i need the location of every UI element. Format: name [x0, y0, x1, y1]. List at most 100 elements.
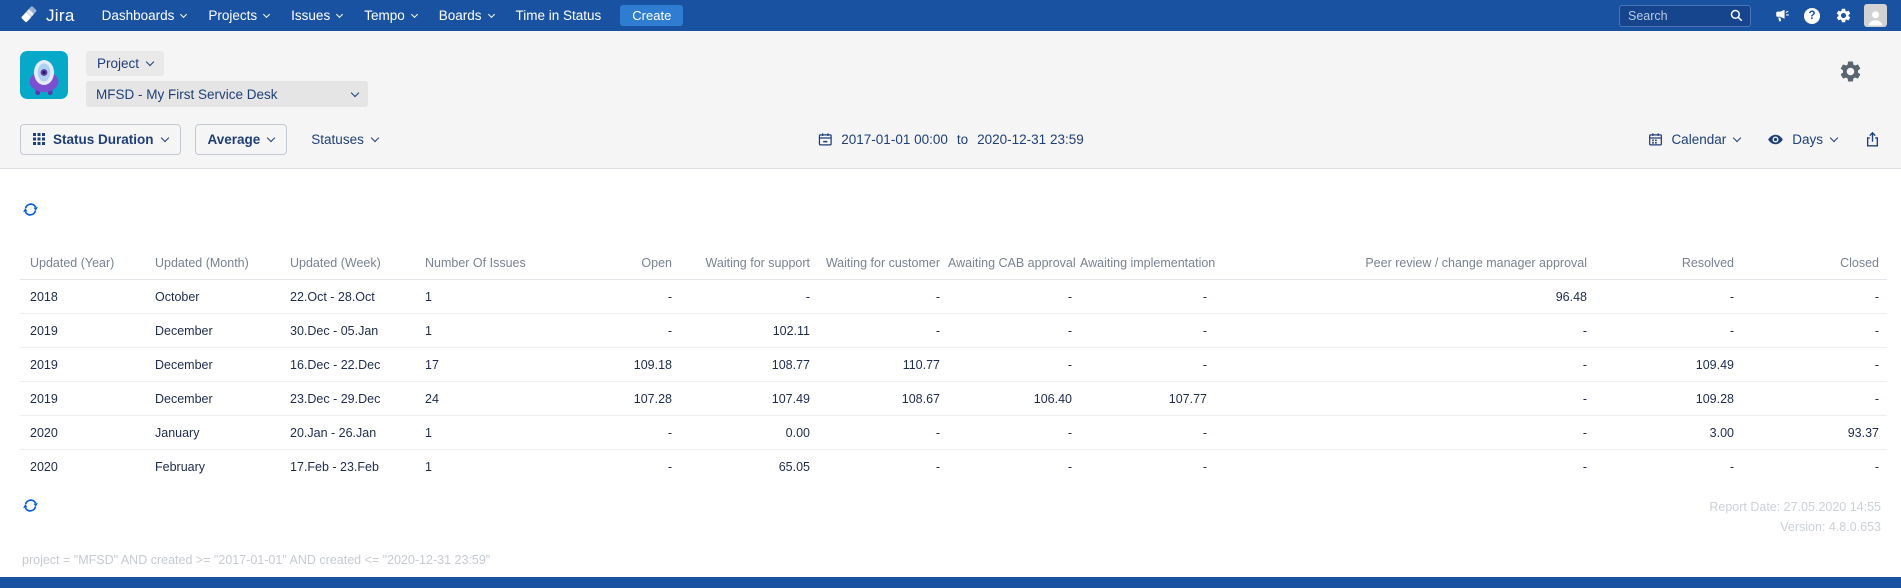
nav-item-tempo[interactable]: Tempo	[353, 0, 428, 31]
chevron-down-icon	[1829, 133, 1839, 142]
table-header-row: Updated (Year) Updated (Month) Updated (We…	[20, 247, 1887, 280]
chevron-down-icon	[180, 10, 188, 18]
table-cell: -	[1215, 381, 1595, 416]
statuses-dropdown[interactable]: Statuses	[301, 132, 388, 147]
table-cell: 106.40	[948, 381, 1080, 416]
column-header: Waiting for customer	[818, 247, 948, 280]
unit-dropdown[interactable]: Days	[1767, 131, 1839, 148]
aggregation-button[interactable]: Average	[194, 123, 288, 155]
table-cell: -	[1595, 313, 1742, 348]
nav-item-projects[interactable]: Projects	[197, 0, 280, 31]
nav-item-label: Issues	[291, 8, 331, 23]
search-box[interactable]	[1619, 4, 1751, 27]
chevron-down-icon	[487, 10, 495, 18]
chevron-down-icon	[350, 88, 360, 97]
nav-item-time-in-status[interactable]: Time in Status	[505, 0, 613, 31]
date-from: 2017-01-01 00:00	[841, 131, 948, 147]
announcement-icon[interactable]	[1767, 2, 1795, 30]
user-avatar[interactable]	[1864, 4, 1887, 27]
table-cell: -	[555, 279, 680, 314]
aggregation-label: Average	[207, 131, 261, 147]
refresh-button-top[interactable]	[22, 201, 39, 218]
column-header: Open	[555, 247, 680, 280]
table-cell: -	[1742, 313, 1887, 348]
nav-item-label: Time in Status	[515, 8, 602, 23]
table-cell: October	[155, 279, 290, 314]
table-cell: -	[1742, 279, 1887, 314]
table-cell: -	[948, 347, 1080, 382]
jira-mark-icon	[20, 5, 40, 26]
nav-item-issues[interactable]: Issues	[280, 0, 353, 31]
column-header: Updated (Year)	[20, 247, 155, 280]
refresh-button-bottom[interactable]	[22, 497, 39, 514]
report-toolbar: Status Duration Average Statuses 2017-01…	[20, 123, 1881, 155]
table-cell: 107.49	[680, 381, 818, 416]
refresh-icon	[23, 499, 38, 512]
export-icon	[1866, 131, 1879, 146]
report-settings-gear-icon[interactable]	[1838, 59, 1863, 89]
table-cell: 22.Oct - 28.Oct	[290, 279, 425, 314]
date-range-picker[interactable]: 2017-01-01 00:00 to 2020-12-31 23:59	[817, 131, 1084, 147]
settings-icon[interactable]	[1829, 2, 1857, 30]
chevron-down-icon	[370, 133, 380, 142]
table-cell: -	[1742, 381, 1887, 416]
table-cell: 2019	[20, 313, 155, 348]
table-cell: -	[1729, 459, 1734, 474]
table-row: 2018 October 22.Oct - 28.Oct 1- - - - -96.48- -	[20, 279, 1887, 314]
table-row: 2020 February 17.Feb - 23.Feb 1 - 65.05 - - - - - -	[20, 450, 1887, 484]
column-header: Updated (Week)	[290, 247, 425, 280]
export-button[interactable]	[1864, 131, 1881, 148]
table-cell: 2019	[20, 347, 155, 382]
table-cell: -	[555, 415, 680, 450]
table-cell: 2019	[20, 381, 155, 416]
jql-query: project = "MFSD" AND created >= "2017-01…	[22, 553, 491, 567]
jira-logo[interactable]: Jira	[20, 6, 75, 26]
view-mode-label: Calendar	[1671, 131, 1727, 147]
nav-item-dashboards[interactable]: Dashboards	[91, 0, 198, 31]
table-cell: -	[948, 313, 1080, 348]
table-cell: 2020	[30, 459, 58, 474]
table-cell: -	[948, 415, 1080, 450]
view-mode-dropdown[interactable]: Calendar	[1648, 131, 1742, 147]
table-cell: 2020	[20, 415, 155, 450]
table-cell: December	[155, 313, 290, 348]
table-cell: -	[1742, 347, 1887, 382]
project-select[interactable]: MFSD - My First Service Desk	[86, 81, 368, 107]
chevron-down-icon	[410, 10, 418, 18]
table-cell: 102.11	[680, 313, 818, 348]
table-cell: 1	[425, 313, 555, 348]
scope-selector[interactable]: Project	[86, 51, 165, 76]
table-cell: -	[818, 279, 948, 314]
chevron-down-icon	[336, 10, 344, 18]
project-controls: Project MFSD - My First Service Desk	[86, 51, 368, 107]
table-cell: 16.Dec - 22.Dec	[290, 347, 425, 382]
table-cell: -	[1067, 459, 1072, 474]
table-cell: -	[935, 459, 940, 474]
project-select-value: MFSD - My First Service Desk	[96, 86, 278, 102]
table-cell: -	[1215, 313, 1595, 348]
table-head: Updated (Year) Updated (Month) Updated (We…	[20, 247, 1887, 280]
search-input[interactable]	[1628, 8, 1729, 23]
table-cell: 110.77	[818, 347, 948, 382]
report-type-button[interactable]: Status Duration	[20, 123, 181, 155]
table-cell: 107.28	[555, 381, 680, 416]
table-cell: 93.37	[1742, 415, 1887, 450]
table-cell: 30.Dec - 05.Jan	[290, 313, 425, 348]
help-icon[interactable]: ?	[1798, 2, 1826, 30]
table-cell: December	[155, 347, 290, 382]
column-header: Number Of Issues	[425, 247, 555, 280]
table-row: 2019 December 16.Dec - 22.Dec 17 109.18 108.7…	[20, 347, 1887, 382]
table-cell: -	[818, 415, 948, 450]
table-row: 2019 December 30.Dec - 05.Jan 1-102.11- - - - -…	[20, 313, 1887, 348]
nav-item-boards[interactable]: Boards	[428, 0, 505, 31]
chevron-down-icon	[1732, 133, 1742, 142]
project-avatar[interactable]	[20, 51, 68, 99]
table-cell: -	[680, 279, 818, 314]
table-cell: -	[1080, 279, 1215, 314]
top-navbar: Jira Dashboards Projects Issues Tempo Bo…	[0, 0, 1901, 31]
chevron-down-icon	[145, 57, 155, 67]
table-cell: 3.00	[1595, 415, 1742, 450]
nav-item-label: Boards	[438, 8, 482, 23]
create-button[interactable]: Create	[620, 5, 684, 26]
table-cell: -	[667, 459, 672, 474]
